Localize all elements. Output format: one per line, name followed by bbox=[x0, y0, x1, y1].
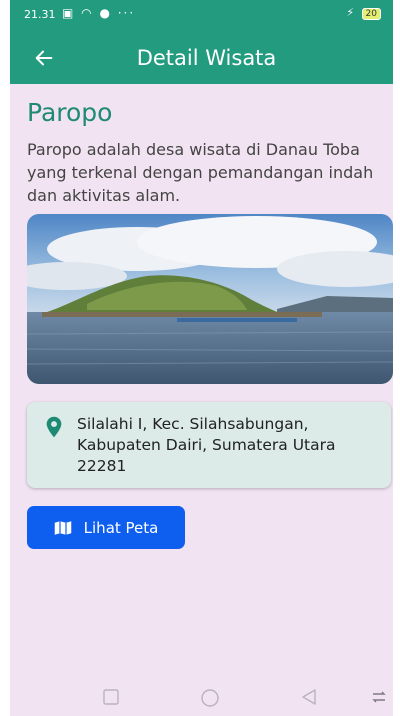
status-right: ⚡ 20 bbox=[346, 6, 381, 20]
place-description: Paropo adalah desa wisata di Danau Toba … bbox=[27, 140, 374, 205]
view-map-button[interactable]: Lihat Peta bbox=[27, 506, 185, 549]
address-text: Silalahi I, Kec. Silahsabungan, Kabupate… bbox=[77, 415, 336, 475]
app-screen: 21.31 ▣ ◠ ● ··· ⚡ 20 Detail Wisata Parop… bbox=[10, 0, 393, 716]
system-nav-bar bbox=[10, 680, 393, 716]
map-icon bbox=[54, 520, 71, 535]
recent-apps-icon[interactable] bbox=[102, 688, 120, 706]
place-name: Paropo bbox=[27, 98, 113, 127]
back-nav-icon[interactable] bbox=[300, 688, 318, 706]
battery-icon: 20 bbox=[361, 8, 381, 20]
home-icon[interactable] bbox=[200, 688, 220, 708]
location-pin-icon bbox=[46, 416, 62, 438]
place-photo bbox=[27, 214, 393, 384]
status-time: 21.31 bbox=[24, 8, 56, 21]
address-card: Silalahi I, Kec. Silahsabungan, Kabupate… bbox=[27, 402, 391, 488]
view-map-label: Lihat Peta bbox=[83, 518, 159, 537]
page-title: Detail Wisata bbox=[136, 46, 277, 70]
signal-icon: ⚡ bbox=[346, 6, 355, 19]
status-bar: 21.31 ▣ ◠ ● ··· ⚡ 20 bbox=[10, 0, 393, 32]
notification-icons: ▣ ◠ ● ··· bbox=[62, 6, 136, 20]
rotate-icon[interactable] bbox=[370, 688, 388, 706]
app-bar: Detail Wisata bbox=[10, 32, 393, 84]
lake-island-image bbox=[27, 214, 393, 384]
